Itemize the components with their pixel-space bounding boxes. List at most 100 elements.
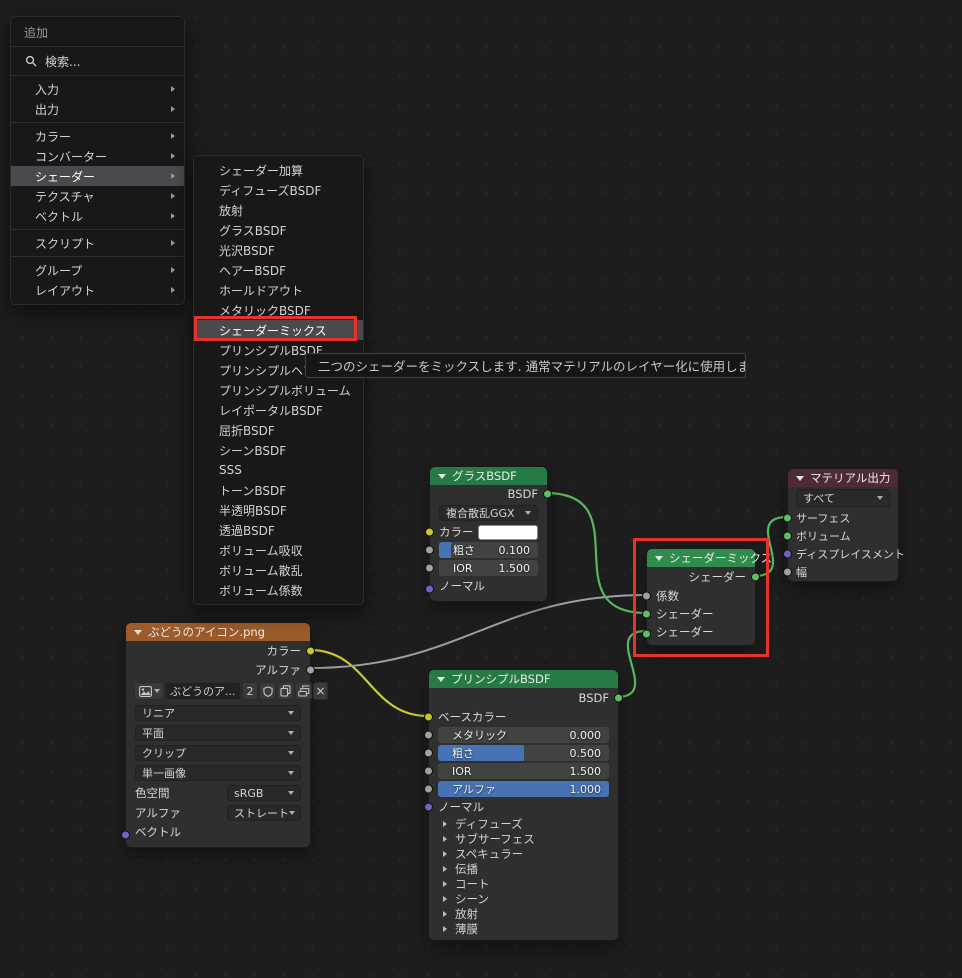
interpolation-dropdown[interactable]: リニア <box>135 705 301 721</box>
glass-color-input-socket[interactable] <box>425 527 434 537</box>
surface-input-socket[interactable] <box>783 513 792 523</box>
alpha-input-socket[interactable] <box>424 784 433 794</box>
alpha-mode-dropdown[interactable]: ストレート <box>227 805 301 821</box>
mix-shader2-input-socket[interactable] <box>642 629 651 639</box>
alpha-slider[interactable]: アルファ 1.000 <box>438 781 609 797</box>
glass-bsdf-output-socket[interactable] <box>543 489 552 499</box>
menu-item-group[interactable]: グループ <box>11 260 184 280</box>
mix-shader1-input-socket[interactable] <box>642 609 651 619</box>
submenu-item-add-shader[interactable]: シェーダー加算 <box>194 160 363 180</box>
base-color-input-socket[interactable] <box>424 712 433 722</box>
submenu-item-translucent-bsdf[interactable]: 半透明BSDF <box>194 500 363 520</box>
displacement-input-socket[interactable] <box>783 549 792 559</box>
menu-item-vector[interactable]: ベクトル <box>11 206 184 226</box>
section-thin-film[interactable]: 薄膜 <box>429 921 618 940</box>
new-image-button[interactable] <box>277 682 294 700</box>
submenu-item-volume-scatter[interactable]: ボリューム散乱 <box>194 560 363 580</box>
unlink-image-button[interactable]: × <box>313 682 328 700</box>
pack-image-button[interactable] <box>295 682 312 700</box>
submenu-item-volume-absorption[interactable]: ボリューム吸収 <box>194 540 363 560</box>
submenu-item-holdout[interactable]: ホールドアウト <box>194 280 363 300</box>
mix-fac-input-socket[interactable] <box>642 591 651 601</box>
glass-roughness-input-socket[interactable] <box>425 545 434 555</box>
section-emission[interactable]: 放射 <box>429 906 618 921</box>
submenu-item-ray-portal-bsdf[interactable]: レイポータルBSDF <box>194 400 363 420</box>
section-coat[interactable]: コート <box>429 876 618 891</box>
roughness-input-socket[interactable] <box>424 748 433 758</box>
thickness-input-socket[interactable] <box>783 567 792 577</box>
roughness-slider[interactable]: 粗さ 0.500 <box>438 745 609 761</box>
volume-input-socket[interactable] <box>783 531 792 541</box>
node-mix-shader[interactable]: シェーダーミックス シェーダー 係数 シェーダー シェーダー <box>642 548 772 646</box>
node-material-output[interactable]: マテリアル出力 すべて サーフェス ボリューム ディスプレイスメント 幅 <box>783 468 905 582</box>
submenu-item-metallic-bsdf[interactable]: メタリックBSDF <box>194 300 363 320</box>
node-image-texture[interactable]: ぶどうのアイコン.png カラー アルファ ぶどうのア... 2 × リニア 平… <box>121 622 328 848</box>
roughness-slider[interactable]: 粗さ 0.100 <box>439 542 538 558</box>
submenu-item-hair-bsdf[interactable]: ヘアーBSDF <box>194 260 363 280</box>
ior-input-socket[interactable] <box>424 766 433 776</box>
node-glass-bsdf[interactable]: グラスBSDF BSDF 複合散乱GGX カラー 粗さ 0.100 IOR 1.… <box>425 466 552 602</box>
principled-bsdf-output-socket[interactable] <box>614 693 623 703</box>
menu-item-texture[interactable]: テクスチャ <box>11 186 184 206</box>
search-menu-item[interactable]: 検索... <box>11 50 184 72</box>
submenu-item-refraction-bsdf[interactable]: 屈折BSDF <box>194 420 363 440</box>
collapse-chevron-icon[interactable] <box>655 555 663 561</box>
source-dropdown[interactable]: 単一画像 <box>135 765 301 781</box>
menu-item-shader[interactable]: シェーダー <box>11 166 184 186</box>
menu-item-script[interactable]: スクリプト <box>11 233 184 253</box>
metallic-input-socket[interactable] <box>424 730 433 740</box>
users-count-button[interactable]: 2 <box>242 682 258 700</box>
target-dropdown[interactable]: すべて <box>796 489 890 507</box>
menu-item-color[interactable]: カラー <box>11 126 184 146</box>
glass-normal-input-socket[interactable] <box>425 584 434 594</box>
mix-shader-header[interactable]: シェーダーミックス <box>647 549 772 567</box>
colorspace-dropdown[interactable]: sRGB <box>227 785 301 801</box>
principled-header[interactable]: プリンシプルBSDF <box>429 670 618 688</box>
submenu-item-transparent-bsdf[interactable]: 透過BSDF <box>194 520 363 540</box>
glass-ior-input-socket[interactable] <box>425 563 434 573</box>
fake-user-button[interactable] <box>259 682 276 700</box>
image-node-header[interactable]: ぶどうのアイコン.png <box>126 623 310 641</box>
collapse-chevron-icon[interactable] <box>438 473 446 479</box>
submenu-item-mix-shader[interactable]: シェーダーミックス <box>194 320 363 340</box>
glass-node-header[interactable]: グラスBSDF <box>430 467 547 485</box>
submenu-item-sss[interactable]: SSS <box>194 460 363 480</box>
submenu-item-diffuse-bsdf[interactable]: ディフューズBSDF <box>194 180 363 200</box>
image-color-output-socket[interactable] <box>306 646 315 655</box>
submenu-item-volume-coefficients[interactable]: ボリューム係数 <box>194 580 363 600</box>
normal-input-socket[interactable] <box>424 802 433 812</box>
submenu-item-glass-bsdf[interactable]: グラスBSDF <box>194 220 363 240</box>
submenu-item-glossy-bsdf[interactable]: 光沢BSDF <box>194 240 363 260</box>
image-name-field[interactable]: ぶどうのア... <box>165 682 241 700</box>
ior-slider[interactable]: IOR 1.500 <box>439 560 538 576</box>
collapse-chevron-icon[interactable] <box>437 676 445 682</box>
menu-item-input[interactable]: 入力 <box>11 79 184 99</box>
menu-item-label: 入力 <box>35 82 60 97</box>
section-transmission[interactable]: 伝播 <box>429 861 618 876</box>
vector-input-socket[interactable] <box>121 830 130 840</box>
section-subsurface[interactable]: サブサーフェス <box>429 831 618 846</box>
collapse-chevron-icon[interactable] <box>796 475 804 481</box>
projection-dropdown[interactable]: 平面 <box>135 725 301 741</box>
mix-shader-output-socket[interactable] <box>751 572 760 582</box>
submenu-item-toon-bsdf[interactable]: トーンBSDF <box>194 480 363 500</box>
menu-item-layout[interactable]: レイアウト <box>11 280 184 300</box>
section-diffuse[interactable]: ディフューズ <box>429 816 618 831</box>
section-specular[interactable]: スペキュラー <box>429 846 618 861</box>
ior-slider[interactable]: IOR 1.500 <box>438 763 609 779</box>
image-alpha-output-socket[interactable] <box>306 665 315 674</box>
menu-item-output[interactable]: 出力 <box>11 99 184 119</box>
metallic-slider[interactable]: メタリック 0.000 <box>438 727 609 743</box>
collapse-chevron-icon[interactable] <box>134 629 142 635</box>
color-swatch[interactable] <box>478 524 538 540</box>
browse-image-button[interactable] <box>134 682 164 700</box>
extension-dropdown[interactable]: クリップ <box>135 745 301 761</box>
submenu-item-principled-volume[interactable]: プリンシプルボリューム <box>194 380 363 400</box>
menu-item-converter[interactable]: コンバーター <box>11 146 184 166</box>
submenu-item-sheen-bsdf[interactable]: シーンBSDF <box>194 440 363 460</box>
section-sheen[interactable]: シーン <box>429 891 618 906</box>
node-principled-bsdf[interactable]: プリンシプルBSDF BSDF ベースカラー メタリック 0.000 粗さ 0.… <box>424 669 623 941</box>
submenu-item-emission[interactable]: 放射 <box>194 200 363 220</box>
material-output-header[interactable]: マテリアル出力 <box>788 469 898 487</box>
distribution-dropdown[interactable]: 複合散乱GGX <box>439 505 538 521</box>
